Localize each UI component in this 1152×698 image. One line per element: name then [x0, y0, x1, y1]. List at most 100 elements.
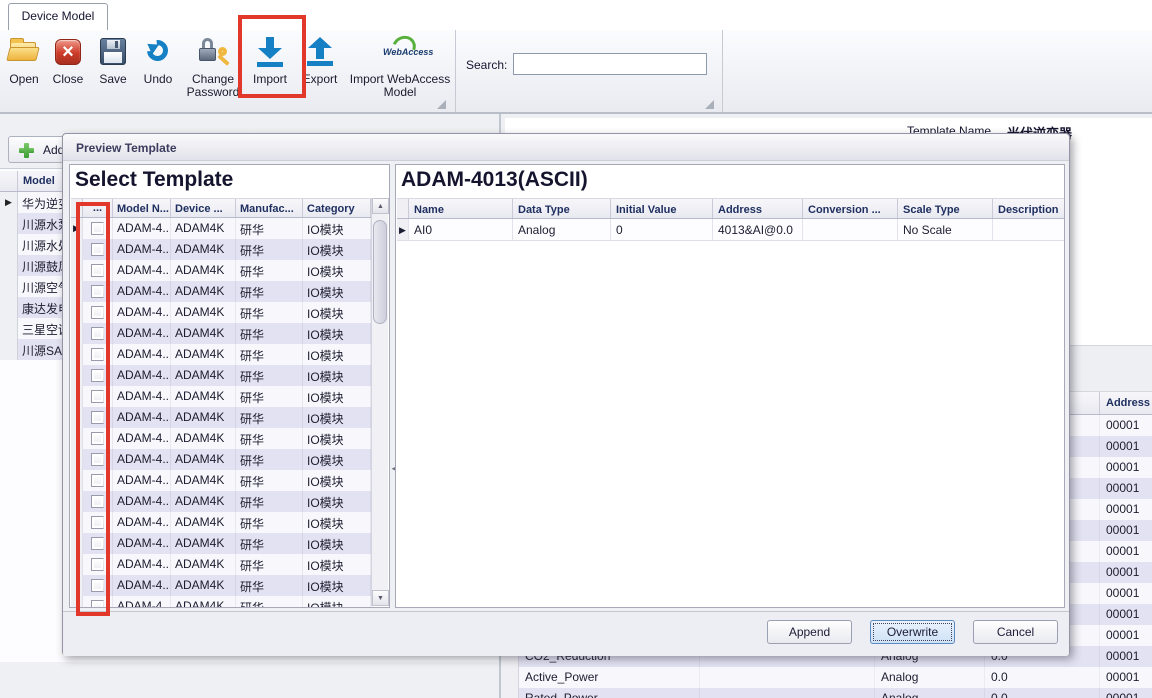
manufacturer-cell: 研华: [236, 449, 303, 470]
conversion-column-header[interactable]: Conversion ...: [803, 199, 898, 218]
append-button[interactable]: Append: [767, 620, 852, 644]
device-column-header[interactable]: Device ...: [171, 199, 236, 217]
toolbar-button-change-password[interactable]: Change Password: [181, 33, 245, 111]
manufacturer-cell: 研华: [236, 407, 303, 428]
device-table-row[interactable]: Active_PowerAnalog0.000001: [505, 667, 1152, 688]
scroll-down-button[interactable]: ▼: [372, 590, 389, 606]
row-indicator: [505, 667, 519, 688]
category-cell: IO模块: [303, 281, 371, 302]
export-icon: [303, 35, 337, 69]
template-row[interactable]: ▶ADAM-4...ADAM4K研华IO模块: [71, 218, 373, 239]
model-name-cell: ADAM-4...: [113, 281, 171, 302]
template-table-scrollbar[interactable]: ▲ ▼: [371, 198, 388, 606]
category-cell: IO模块: [303, 575, 371, 596]
template-row[interactable]: ADAM-4...ADAM4K研华IO模块: [71, 533, 373, 554]
search-input[interactable]: [513, 53, 707, 75]
model-name-cell: ADAM-4...: [113, 344, 171, 365]
address-cell: 4013&AI@0.0: [713, 219, 803, 240]
manufacturer-cell: 研华: [236, 365, 303, 386]
manufacturer-column-header[interactable]: Manufac...: [236, 199, 303, 217]
address-cell: 00001: [1100, 604, 1152, 625]
model-name-cell: ADAM-4...: [113, 533, 171, 554]
toolbar-divider: [455, 30, 456, 112]
model-name-column-header[interactable]: Model N...: [113, 199, 171, 217]
manufacturer-cell: 研华: [236, 281, 303, 302]
address-cell: 00001: [1100, 583, 1152, 604]
description-column-header[interactable]: Description: [993, 199, 1065, 218]
template-row[interactable]: ADAM-4...ADAM4K研华IO模块: [71, 575, 373, 596]
device-name-cell: Rated_Power: [519, 688, 700, 698]
template-row[interactable]: ADAM-4...ADAM4K研华IO模块: [71, 344, 373, 365]
address-cell: 00001: [1100, 562, 1152, 583]
template-row[interactable]: ADAM-4ADAM4K研华IO模块: [71, 596, 373, 608]
toolbar-button-save[interactable]: Save: [91, 33, 135, 111]
description-cell: [700, 688, 875, 698]
template-row[interactable]: ADAM-4...ADAM4K研华IO模块: [71, 323, 373, 344]
name-column-header[interactable]: Name: [409, 199, 513, 218]
initial-value-column-header[interactable]: Initial Value: [611, 199, 713, 218]
toolbar-button-undo[interactable]: Undo: [136, 33, 180, 111]
row-indicator: ▶: [0, 192, 18, 213]
model-name-cell: ADAM-4...: [113, 470, 171, 491]
resize-grip-icon: [437, 100, 446, 109]
cancel-button[interactable]: Cancel: [973, 620, 1058, 644]
overwrite-button[interactable]: Overwrite: [870, 620, 955, 644]
category-column-header[interactable]: Category: [303, 199, 371, 217]
model-name-cell: ADAM-4...: [113, 260, 171, 281]
device-cell: ADAM4K: [171, 386, 236, 407]
template-row[interactable]: ADAM-4...ADAM4K研华IO模块: [71, 260, 373, 281]
description-cell: [700, 667, 875, 688]
template-row[interactable]: ADAM-4...ADAM4K研华IO模块: [71, 428, 373, 449]
toolbar-divider: [722, 30, 723, 112]
template-row[interactable]: ADAM-4...ADAM4K研华IO模块: [71, 239, 373, 260]
template-row[interactable]: ADAM-4...ADAM4K研华IO模块: [71, 281, 373, 302]
template-row[interactable]: ADAM-4...ADAM4K研华IO模块: [71, 407, 373, 428]
address-column-header[interactable]: Address: [713, 199, 803, 218]
template-row[interactable]: ADAM-4...ADAM4K研华IO模块: [71, 554, 373, 575]
initial-value-cell: 0.0: [985, 688, 1100, 698]
preview-row[interactable]: ▶AI0Analog04013&AI@0.0No Scale: [397, 219, 1065, 241]
manufacturer-cell: 研华: [236, 554, 303, 575]
template-row[interactable]: ADAM-4...ADAM4K研华IO模块: [71, 302, 373, 323]
data-type-column-header[interactable]: Data Type: [513, 199, 611, 218]
row-indicator: [0, 297, 18, 318]
address-cell: 00001: [1100, 646, 1152, 667]
annotation-import-button: [238, 15, 306, 98]
template-table-header: ... Model N... Device ... Manufac... Cat…: [71, 198, 373, 218]
toolbar-button-close[interactable]: × Close: [46, 33, 90, 111]
template-row[interactable]: ADAM-4...ADAM4K研华IO模块: [71, 512, 373, 533]
device-cell: ADAM4K: [171, 302, 236, 323]
toolbar-button-label: Change Password: [181, 73, 245, 99]
scrollbar-thumb[interactable]: [373, 220, 387, 324]
name-cell: AI0: [409, 219, 513, 240]
template-row[interactable]: ADAM-4...ADAM4K研华IO模块: [71, 449, 373, 470]
data-type-cell: Analog: [875, 667, 985, 688]
manufacturer-cell: 研华: [236, 491, 303, 512]
template-row[interactable]: ADAM-4...ADAM4K研华IO模块: [71, 470, 373, 491]
dialog-title-bar[interactable]: Preview Template: [63, 134, 1069, 161]
device-cell: ADAM4K: [171, 470, 236, 491]
device-cell: ADAM4K: [171, 449, 236, 470]
webaccess-logo-icon: WebAccess: [383, 35, 417, 69]
scale-type-column-header[interactable]: Scale Type: [898, 199, 993, 218]
address-cell: 00001: [1100, 625, 1152, 646]
template-row[interactable]: ADAM-4...ADAM4K研华IO模块: [71, 491, 373, 512]
data-type-cell: Analog: [875, 688, 985, 698]
row-indicator: [0, 213, 18, 234]
scroll-up-button[interactable]: ▲: [372, 198, 389, 214]
app-window: Device Model Open× CloseSaveUndoChange Pa…: [0, 0, 1152, 698]
toolbar: Open×CloseSaveUndoChange PasswordImportE…: [0, 30, 1152, 114]
open-folder-icon: [7, 35, 41, 69]
resize-grip-icon: [705, 100, 714, 109]
tab-device-model[interactable]: Device Model: [8, 3, 108, 30]
close-icon: ×: [51, 35, 85, 69]
device-table-row[interactable]: Rated_PowerAnalog0.000001: [505, 688, 1152, 698]
template-row[interactable]: ADAM-4...ADAM4K研华IO模块: [71, 365, 373, 386]
device-name-cell: Active_Power: [519, 667, 700, 688]
address-column-header[interactable]: Address: [1100, 392, 1152, 414]
toolbar-button-label: Close: [46, 73, 90, 86]
model-name-cell: ADAM-4...: [113, 428, 171, 449]
toolbar-button-open[interactable]: Open: [4, 33, 44, 111]
template-row[interactable]: ADAM-4...ADAM4K研华IO模块: [71, 386, 373, 407]
category-cell: IO模块: [303, 533, 371, 554]
